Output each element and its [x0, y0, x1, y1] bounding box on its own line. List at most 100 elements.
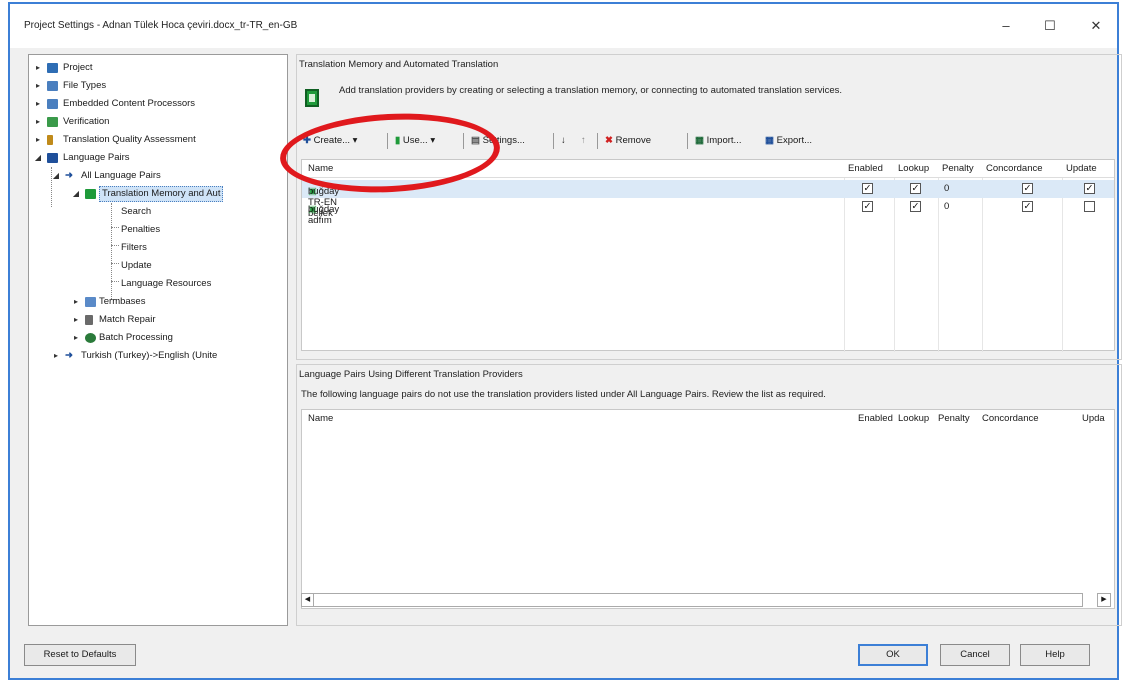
tree-item-label: Translation Quality Assessment — [63, 134, 196, 145]
enabled-checkbox[interactable] — [862, 201, 873, 212]
scroll-left-icon[interactable]: ◀ — [302, 594, 314, 606]
column-concordance[interactable]: Concordance — [982, 413, 1039, 424]
arrow-icon: ➜ — [65, 350, 73, 361]
tree-item-label: All Language Pairs — [81, 170, 161, 181]
export-button[interactable]: ▦ Export... — [765, 131, 812, 151]
tm-group: Translation Memory and Automated Transla… — [296, 54, 1122, 360]
language-pairs-group: Language Pairs Using Different Translati… — [296, 364, 1122, 626]
lookup-checkbox[interactable] — [910, 201, 921, 212]
tree-item-label: Embedded Content Processors — [63, 98, 196, 109]
move-up-icon[interactable]: ↑ — [581, 131, 586, 151]
tree-item-label: Batch Processing — [99, 332, 173, 343]
expand-icon[interactable]: ▸ — [33, 95, 43, 113]
tree-item-match-repair[interactable]: ▸ Match Repair — [29, 311, 287, 329]
expand-icon[interactable]: ▸ — [51, 347, 61, 365]
maximize-button[interactable]: ☐ — [1030, 14, 1070, 38]
horizontal-scrollbar[interactable]: ◀ — [301, 593, 1083, 607]
concordance-checkbox[interactable] — [1022, 201, 1033, 212]
collapse-icon[interactable]: ◢ — [51, 167, 61, 185]
update-checkbox[interactable] — [1084, 201, 1095, 212]
arrow-icon: ➜ — [65, 170, 73, 181]
update-checkbox[interactable] — [1084, 183, 1095, 194]
remove-icon: ✖ — [605, 135, 616, 146]
tree-item-translation-memory[interactable]: ◢ Translation Memory and Aut — [29, 185, 287, 203]
lp-grid-header: Name Enabled Lookup Penalty Concordance … — [302, 410, 1114, 430]
import-icon: ▦ — [695, 135, 707, 146]
tree-item-filters[interactable]: Filters — [29, 239, 287, 257]
tree-item-label: Project — [63, 62, 93, 73]
toolbar-separator — [687, 133, 688, 149]
language-pairs-icon — [47, 153, 58, 163]
column-lookup[interactable]: Lookup — [898, 163, 929, 174]
lp-note: The following language pairs do not use … — [301, 389, 826, 400]
project-icon — [47, 63, 58, 73]
toolbar-separator — [597, 133, 598, 149]
column-penalty[interactable]: Penalty — [942, 163, 974, 174]
remove-button[interactable]: ✖ Remove — [605, 131, 651, 151]
tm-description: Add translation providers by creating or… — [339, 85, 843, 96]
column-enabled[interactable]: Enabled — [858, 413, 893, 424]
reset-to-defaults-button[interactable]: Reset to Defaults — [24, 644, 136, 666]
tree-item-label: Filters — [121, 242, 147, 253]
column-enabled[interactable]: Enabled — [848, 163, 883, 174]
tree-item-verification[interactable]: ▸ Verification — [29, 113, 287, 131]
help-button[interactable]: Help — [1020, 644, 1090, 666]
export-label: Export... — [776, 135, 812, 146]
tree-item-label: Turkish (Turkey)->English (Unite — [81, 350, 218, 361]
tree-item-language-resources[interactable]: Language Resources — [29, 275, 287, 293]
expand-icon[interactable]: ▸ — [33, 77, 43, 95]
tree-item-termbases[interactable]: ▸ Termbases — [29, 293, 287, 311]
tree-item-language-pairs[interactable]: ◢ Language Pairs — [29, 149, 287, 167]
settings-tree[interactable]: ▸ Project ▸ File Types ▸ Embedded Conten… — [28, 54, 288, 626]
lp-group-title: Language Pairs Using Different Translati… — [299, 369, 523, 380]
move-down-icon[interactable]: ↓ — [561, 131, 566, 151]
collapse-icon[interactable]: ◢ — [71, 185, 81, 203]
expand-icon[interactable]: ▸ — [33, 131, 43, 149]
tree-item-update[interactable]: Update — [29, 257, 287, 275]
tree-item-all-language-pairs[interactable]: ◢ ➜ All Language Pairs — [29, 167, 287, 185]
verification-icon — [47, 117, 58, 127]
tree-item-label: Language Pairs — [63, 152, 130, 163]
penalty-value[interactable]: 0 — [944, 201, 949, 212]
import-button[interactable]: ▦ Import... — [695, 131, 741, 151]
scroll-right-icon[interactable]: ▶ — [1097, 593, 1111, 607]
close-button[interactable]: ✕ — [1076, 14, 1116, 38]
match-repair-icon — [85, 315, 93, 325]
column-update[interactable]: Update — [1066, 163, 1097, 174]
expand-icon[interactable]: ▸ — [33, 59, 43, 77]
tree-item-label: Penalties — [121, 224, 161, 235]
embedded-content-icon — [47, 99, 58, 109]
tm-row-name-text: buğday adfım — [308, 204, 340, 226]
tree-item-file-types[interactable]: ▸ File Types — [29, 77, 287, 95]
minimize-button[interactable]: – — [986, 14, 1026, 38]
collapse-icon[interactable]: ◢ — [33, 149, 43, 167]
tree-item-tqa[interactable]: ▸ Translation Quality Assessment — [29, 131, 287, 149]
tree-item-turkish-english[interactable]: ▸ ➜ Turkish (Turkey)->English (Unite — [29, 347, 287, 365]
tree-item-embedded-content-processors[interactable]: ▸ Embedded Content Processors — [29, 95, 287, 113]
lp-grid[interactable]: Name Enabled Lookup Penalty Concordance … — [301, 409, 1115, 609]
expand-icon[interactable]: ▸ — [71, 311, 81, 329]
tree-item-search[interactable]: Search — [29, 203, 287, 221]
expand-icon[interactable]: ▸ — [71, 329, 81, 347]
tree-item-batch-processing[interactable]: ▸ Batch Processing — [29, 329, 287, 347]
lookup-checkbox[interactable] — [910, 183, 921, 194]
tree-item-penalties[interactable]: Penalties — [29, 221, 287, 239]
table-row[interactable]: ▣ buğday adfım 0 — [302, 198, 1114, 226]
column-name[interactable]: Name — [308, 413, 333, 424]
cancel-button[interactable]: Cancel — [940, 644, 1010, 666]
column-penalty[interactable]: Penalty — [938, 413, 970, 424]
tm-group-title: Translation Memory and Automated Transla… — [299, 59, 499, 70]
enabled-checkbox[interactable] — [862, 183, 873, 194]
file-types-icon — [47, 81, 58, 91]
penalty-value[interactable]: 0 — [944, 183, 949, 194]
expand-icon[interactable]: ▸ — [33, 113, 43, 131]
expand-icon[interactable]: ▸ — [71, 293, 81, 311]
column-lookup[interactable]: Lookup — [898, 413, 929, 424]
tree-item-label: Termbases — [99, 296, 146, 307]
ok-button[interactable]: OK — [858, 644, 928, 666]
tree-item-project[interactable]: ▸ Project — [29, 59, 287, 77]
import-label: Import... — [706, 135, 742, 146]
concordance-checkbox[interactable] — [1022, 183, 1033, 194]
column-concordance[interactable]: Concordance — [986, 163, 1043, 174]
column-update[interactable]: Upda — [1082, 413, 1105, 424]
